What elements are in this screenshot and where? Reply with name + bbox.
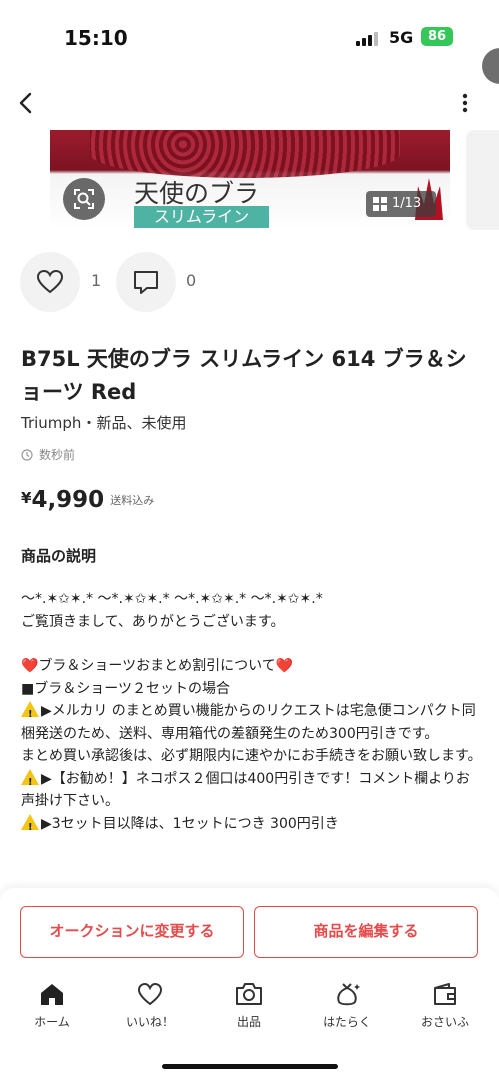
price-amount: 4,990 [31, 487, 105, 513]
like-button[interactable] [20, 252, 80, 312]
image-search-button[interactable] [63, 178, 105, 220]
description-line: ■ブラ＆ショーツ２セットの場合 [21, 680, 230, 697]
comment-icon [134, 271, 158, 294]
comment-button[interactable] [116, 252, 176, 312]
status-time: 15:10 [64, 26, 128, 50]
more-vertical-icon [462, 93, 468, 113]
signal-icon [356, 30, 380, 46]
brand-condition: Triumph・新品、未使用 [21, 414, 187, 432]
home-indicator [162, 1064, 338, 1069]
product-title: B75L 天使のブラ スリムライン 614 ブラ＆ショーツ Red [21, 347, 467, 404]
wallet-icon [434, 983, 456, 1005]
home-icon [41, 984, 63, 1005]
tab-label: おさいふ [420, 1015, 469, 1029]
tab-label: はたらく [323, 1015, 371, 1029]
clock-icon [21, 449, 33, 461]
photo-counter-text: 1/13 [392, 196, 422, 211]
scan-icon [74, 189, 94, 209]
red-heart-icon: ❤️ [21, 658, 39, 674]
comment-count: 0 [186, 271, 197, 290]
description-line: ▶【お勧め！】ネコポス２個口は400円引きです！コメント欄よりお声掛け下さい。 [21, 768, 483, 813]
warning-icon [21, 768, 39, 794]
tab-label: いいね！ [125, 1015, 174, 1029]
currency-symbol: ¥ [21, 489, 32, 507]
posted-time-text: 数秒前 [39, 448, 76, 462]
network-label: 5G [389, 28, 414, 47]
price: ¥4,990 送料込み [21, 487, 154, 513]
description-line: ご覧頂きまして、ありがとうございます。 [21, 613, 285, 630]
change-to-auction-button[interactable]: オークションに変更する [20, 906, 244, 958]
next-photo-preview[interactable] [466, 130, 499, 230]
description-line: 〜*.✶✩✶.* 〜*.✶✩✶.* 〜*.✶✩✶.* 〜*.✶✩✶.* [21, 591, 323, 607]
warning-icon [21, 701, 39, 727]
more-options-button[interactable] [454, 90, 476, 116]
tab-likes[interactable]: いいね！ [110, 977, 190, 1030]
photo-subtitle: スリムライン [134, 206, 269, 228]
photo-counter: 1/13 [366, 191, 436, 217]
warning-icon [21, 813, 39, 835]
edit-item-button[interactable]: 商品を編集する [254, 906, 478, 958]
tab-bar: ホーム いいね！ 出品 はたらく おさいふ [0, 977, 499, 1037]
tab-work[interactable]: はたらく [307, 977, 387, 1030]
description-line: まとめ買い承認後は、必ず期限内に速やかにお手続きをお願い致します。 [21, 748, 482, 764]
like-count: 1 [91, 271, 102, 290]
description-line: ▶3セット目以降は、1セットにつき 300円引き [21, 813, 483, 835]
description-heading: 商品の説明 [21, 547, 97, 565]
tab-label: ホーム [34, 1015, 70, 1029]
camera-icon [236, 983, 262, 1005]
heart-icon [36, 269, 64, 294]
photo-title: 天使のブラ [134, 179, 260, 208]
description-body: 〜*.✶✩✶.* 〜*.✶✩✶.* 〜*.✶✩✶.* 〜*.✶✩✶.* ご覧頂き… [21, 588, 483, 835]
money-bag-icon [337, 983, 360, 1006]
battery-icon: 86 [421, 27, 453, 46]
chevron-left-icon [19, 92, 32, 114]
tab-wallet[interactable]: おさいふ [405, 977, 485, 1030]
back-button[interactable] [14, 88, 40, 118]
status-bar: 15:10 5G 86 [0, 0, 499, 70]
description-line: ▶メルカリ のまとめ買い機能からのリクエストは宅急便コンパクト同梱発送のため、送… [21, 700, 483, 745]
red-heart-icon: ❤️ [275, 658, 294, 674]
heart-icon [137, 982, 163, 1006]
description-line: ❤️ブラ＆ショーツおまとめ割引について❤️ [21, 658, 294, 674]
lace-image [90, 130, 400, 178]
grid-icon [373, 197, 387, 211]
tab-home[interactable]: ホーム [12, 977, 92, 1030]
posted-time: 数秒前 [21, 446, 75, 463]
shipping-label: 送料込み [110, 494, 155, 507]
tab-label: 出品 [236, 1015, 261, 1029]
tab-sell[interactable]: 出品 [209, 977, 289, 1030]
